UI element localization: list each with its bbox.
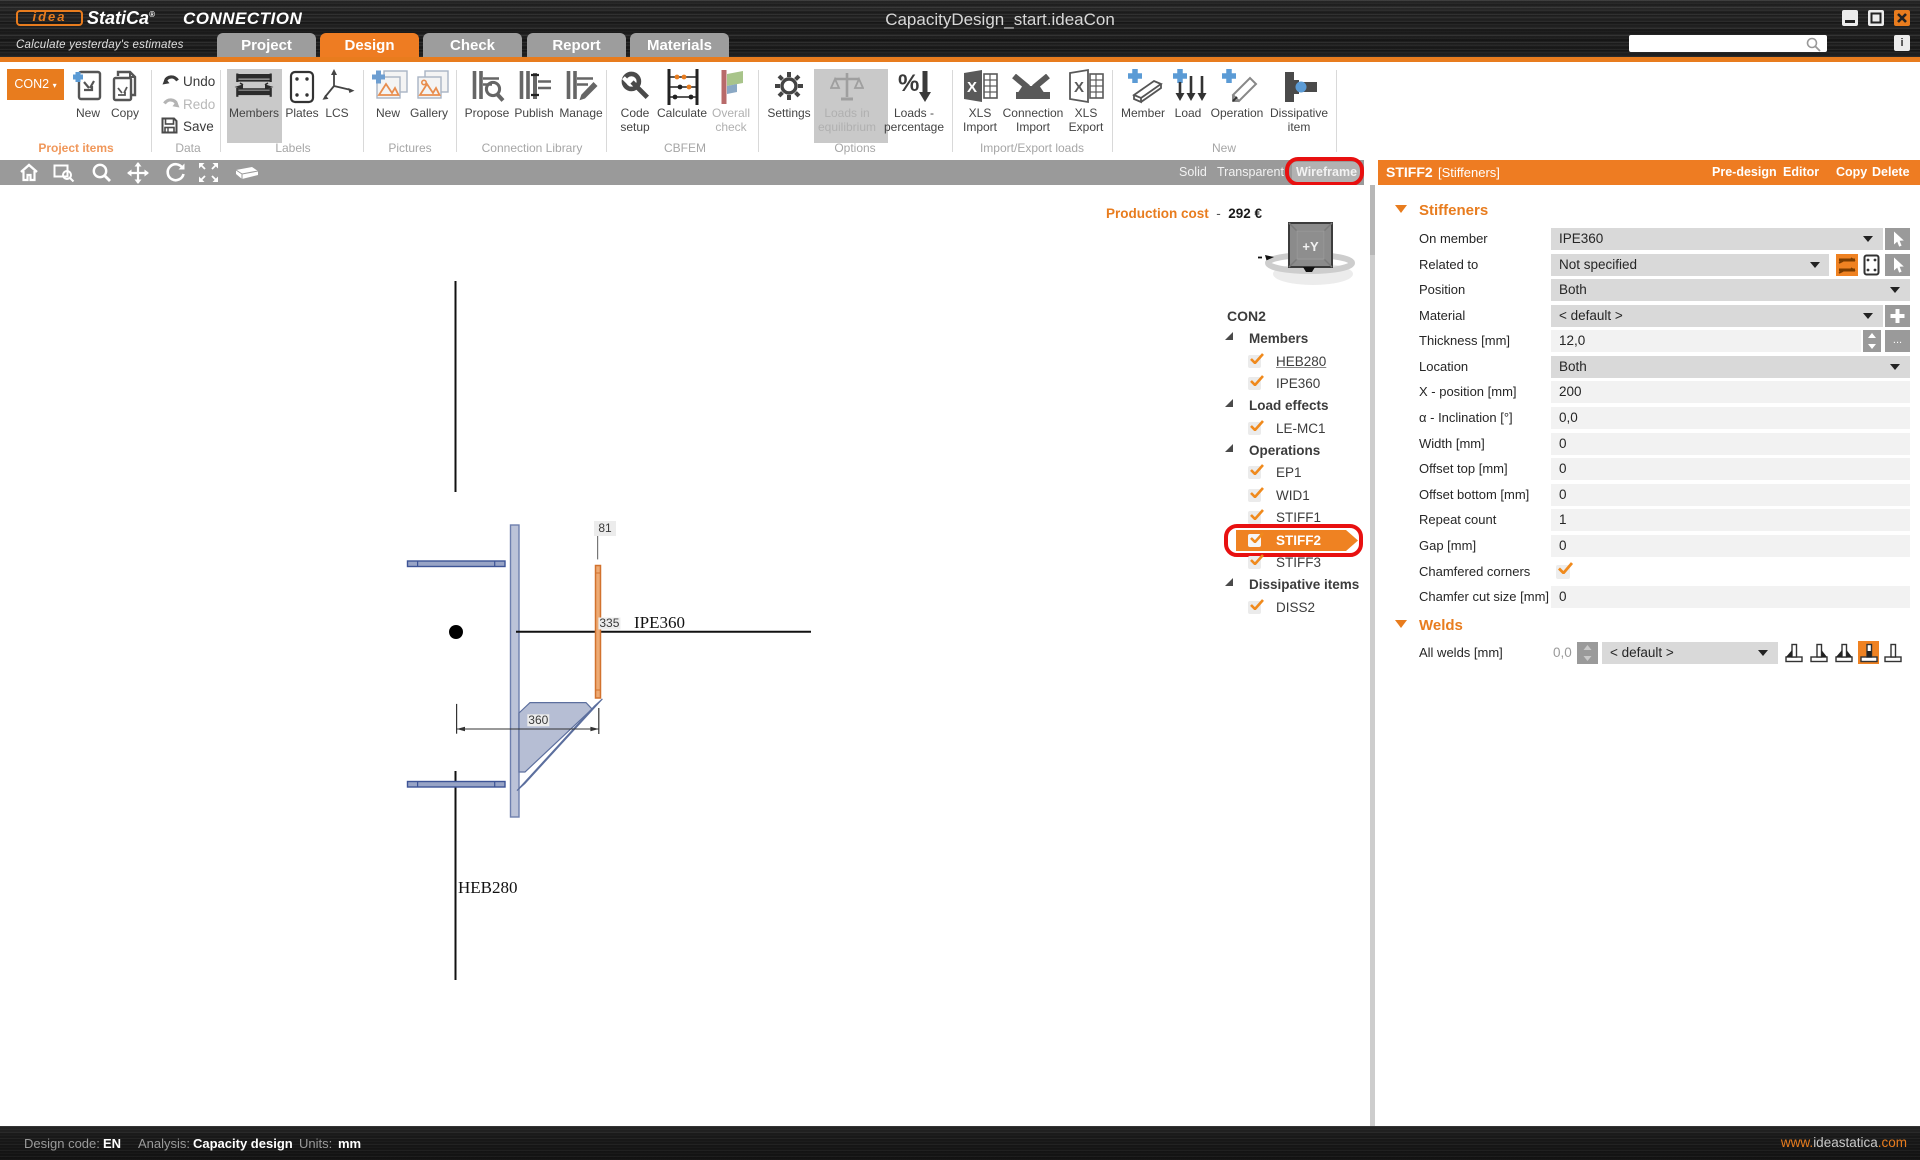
svg-text:X: X (1074, 79, 1084, 96)
svg-text:360: 360 (528, 713, 548, 727)
svg-text:+Y: +Y (1302, 239, 1319, 254)
svg-text:IPE360: IPE360 (634, 613, 685, 632)
svg-text:335: 335 (599, 616, 619, 630)
svg-text:81: 81 (598, 521, 612, 535)
svg-text:HEB280: HEB280 (458, 878, 518, 897)
svg-text:X: X (967, 79, 977, 96)
svg-text:%: % (898, 70, 919, 97)
